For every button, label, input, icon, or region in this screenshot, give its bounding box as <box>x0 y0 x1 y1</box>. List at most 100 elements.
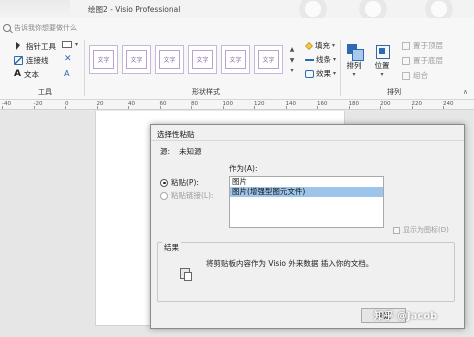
group-divider <box>84 40 85 96</box>
shape-style-tile[interactable]: 文字 <box>221 45 250 74</box>
source-value: 未知源 <box>179 147 202 156</box>
tools-group-label: 工具 <box>38 88 52 96</box>
ruler-tick <box>191 106 192 109</box>
close-icon: ✕ <box>64 54 72 64</box>
fill-button[interactable]: 填充 ▾ <box>305 40 335 51</box>
position-label: 位置 <box>374 61 390 70</box>
ruler-tick <box>254 106 255 109</box>
gallery-scroll[interactable]: ▲ ▼ ▾ <box>288 46 296 74</box>
bring-front-label: 置于顶层 <box>413 41 443 50</box>
line-icon <box>305 58 314 61</box>
rectangle-tool-button[interactable]: ▾ <box>62 41 78 48</box>
shape-style-tile[interactable]: 文字 <box>89 45 118 74</box>
shape-style-tile-text: 文字 <box>258 50 279 69</box>
shape-style-tile[interactable]: 文字 <box>155 45 184 74</box>
shape-style-tile[interactable]: 文字 <box>188 45 217 74</box>
paint-bucket-icon <box>305 41 313 50</box>
display-as-icon-checkbox[interactable]: 显示为图标(D) <box>393 225 449 235</box>
ruler-tick-label: 80 <box>191 101 198 107</box>
search-placeholder: 告诉我你想要做什么 <box>14 24 77 32</box>
title-decoration <box>418 0 460 18</box>
position-icon <box>373 42 391 60</box>
as-listbox[interactable]: 图片 图片(增强型图元文件) <box>229 176 384 228</box>
ruler-tick-label: 160 <box>317 101 328 107</box>
connector-tool-button[interactable]: 连接线 <box>14 55 49 66</box>
text-format-button[interactable]: A <box>64 69 69 78</box>
ruler-tick-label: 220 <box>411 101 423 107</box>
paste-link-radio-label: 粘贴链接(L): <box>171 191 214 200</box>
line-button[interactable]: 线条 ▾ <box>305 54 336 65</box>
rectangle-icon <box>62 41 72 48</box>
text-tool-button[interactable]: A 文本 <box>14 69 39 80</box>
group-divider <box>340 40 341 96</box>
paste-radio-label: 粘贴(P): <box>171 178 199 187</box>
as-list-item-emf[interactable]: 图片(增强型图元文件) <box>230 187 383 197</box>
ruler-tick-label: 180 <box>348 101 360 107</box>
send-back-label: 置于底层 <box>413 56 443 65</box>
pointer-tool-label: 指针工具 <box>26 42 56 51</box>
pointer-icon <box>14 42 23 51</box>
ruler-tick <box>317 106 318 109</box>
fill-label: 填充 <box>315 41 330 50</box>
line-label: 线条 <box>316 55 331 64</box>
shape-style-tile-text: 文字 <box>126 50 147 69</box>
chevron-down-icon: ▾ <box>332 42 336 49</box>
shape-style-tile[interactable]: 文字 <box>254 45 283 74</box>
radio-icon <box>160 191 168 200</box>
text-tool-label: 文本 <box>23 70 39 79</box>
chevron-up-icon[interactable]: ▲ <box>290 46 295 53</box>
result-description: 将剪贴板内容作为 Visio 外来数据 插入你的文档。 <box>206 259 374 268</box>
shape-style-tile-text: 文字 <box>225 50 246 69</box>
ruler-tick-label: -20 <box>33 101 43 107</box>
collapse-ribbon-icon[interactable]: ∧ <box>463 88 468 96</box>
ruler-tick-label: 40 <box>128 101 135 107</box>
ruler-tick <box>2 106 3 109</box>
ruler-tick-label: 100 <box>222 101 234 107</box>
chevron-down-icon: ▾ <box>333 56 337 63</box>
ruler-tick <box>285 106 287 109</box>
ruler-tick <box>96 106 98 109</box>
shape-style-tile[interactable]: 文字 <box>122 45 151 74</box>
effects-button[interactable]: 效果 ▾ <box>305 68 336 79</box>
send-to-back-button[interactable]: 置于底层 <box>402 55 443 66</box>
connector-tool-label: 连接线 <box>26 56 49 65</box>
title-bar: 绘图2 - Visio Professional <box>0 0 474 18</box>
arrange-group-label: 排列 <box>387 88 401 96</box>
delete-button[interactable]: ✕ <box>64 54 72 64</box>
watermark: 知乎 @Jacob <box>374 311 438 322</box>
ruler-tick <box>443 106 444 109</box>
chevron-down-icon[interactable]: ▼ <box>290 57 295 64</box>
ruler-tick <box>128 106 129 109</box>
radio-selected-icon <box>160 178 168 187</box>
group-button[interactable]: 组合 <box>402 70 428 81</box>
send-back-icon <box>402 56 410 65</box>
ruler-tick <box>33 106 35 109</box>
shape-style-tile-text: 文字 <box>192 50 213 69</box>
group-icon <box>402 71 410 80</box>
ruler-tick-label: 120 <box>254 101 265 107</box>
search-icon <box>3 24 11 32</box>
pointer-tool-button[interactable]: 指针工具 <box>14 41 56 52</box>
paste-radio[interactable]: 粘贴(P): <box>160 177 199 188</box>
ribbon: 告诉我你想要做什么 指针工具 ▾ 连接线 ✕ A 文本 A 工具 文字 文字 文… <box>0 18 474 100</box>
tell-me-search[interactable]: 告诉我你想要做什么 <box>3 21 85 35</box>
chevron-down-icon: ▾ <box>352 71 356 78</box>
gallery-more-icon[interactable]: ▾ <box>290 67 293 74</box>
paste-special-dialog: 选择性粘贴 源: 未知源 作为(A): 粘贴(P): 粘贴链接(L): 图片 图… <box>150 124 465 329</box>
title-decoration <box>292 0 334 18</box>
bring-to-front-button[interactable]: 置于顶层 <box>402 40 443 51</box>
ruler-tick-label: 60 <box>159 101 167 107</box>
as-list-item-picture[interactable]: 图片 <box>230 177 383 187</box>
arrange-button[interactable]: 排列 ▾ <box>345 42 364 78</box>
ruler-tick <box>65 106 66 109</box>
as-label: 作为(A): <box>229 164 258 173</box>
group-btn-label: 组合 <box>413 71 428 80</box>
ruler-tick <box>348 106 350 109</box>
ruler-tick-label: 140 <box>285 101 297 107</box>
paste-link-radio[interactable]: 粘贴链接(L): <box>160 190 214 201</box>
effects-label: 效果 <box>316 69 331 78</box>
ruler-tick <box>380 106 381 109</box>
position-button[interactable]: 位置 ▾ <box>373 42 391 78</box>
result-group: 结果 将剪贴板内容作为 Visio 外来数据 插入你的文档。 <box>157 242 455 302</box>
chevron-down-icon: ▾ <box>75 41 79 48</box>
